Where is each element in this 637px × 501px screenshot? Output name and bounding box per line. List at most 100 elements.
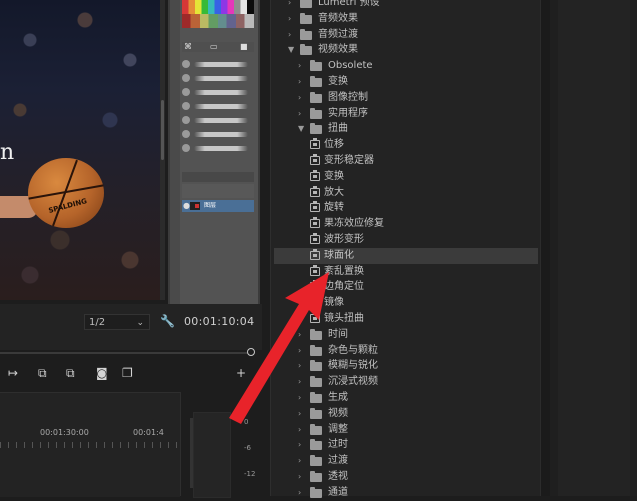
effects-folder-row[interactable]: ▼ 视频效果	[274, 42, 538, 58]
tree-item-label: 透视	[328, 471, 348, 482]
brush-preset-stroke[interactable]	[194, 132, 248, 137]
brush-preset-stroke[interactable]	[194, 118, 248, 123]
folder-icon	[310, 439, 322, 451]
brush-preset-dot[interactable]	[182, 116, 190, 124]
brush-preset-stroke[interactable]	[194, 90, 248, 95]
tree-item-label: 波形变形	[324, 234, 364, 245]
effects-folder-row[interactable]: › 音频效果	[274, 11, 538, 27]
effect-item-row[interactable]: 波形变形	[274, 232, 538, 248]
preview-title-text: n	[0, 140, 15, 165]
effect-item-row[interactable]: 位移	[274, 137, 538, 153]
ruler-label: 00:01:4	[133, 428, 164, 437]
brush-preset-stroke[interactable]	[194, 146, 248, 151]
tree-item-label: 过渡	[328, 455, 348, 467]
tree-item-label: 图像控制	[328, 91, 368, 103]
chevron-right-icon[interactable]: ›	[298, 453, 301, 469]
new-folder-icon[interactable]: ▭	[210, 42, 218, 52]
tree-item-label: Obsolete	[328, 60, 373, 72]
chevron-right-icon[interactable]: ›	[298, 437, 301, 453]
layers-toolbar[interactable]	[182, 184, 254, 198]
preview-scrollbar[interactable]	[160, 0, 165, 300]
brush-preset-stroke[interactable]	[194, 62, 248, 67]
effects-folder-row[interactable]: › Lumetri 预设	[274, 0, 538, 11]
effect-item-row[interactable]: 旋转	[274, 200, 538, 216]
effects-folder-row[interactable]: › Obsolete	[274, 58, 538, 74]
basketball-image: SPALDING	[28, 158, 104, 228]
effect-item-row[interactable]: 变形稳定器	[274, 153, 538, 169]
tree-item-label: 果冻效应修复	[324, 218, 384, 230]
effect-icon	[310, 138, 320, 150]
chevron-right-icon[interactable]: ›	[298, 469, 301, 485]
ball-brand-text: SPALDING	[47, 197, 88, 215]
brush-preset-dot[interactable]	[182, 88, 190, 96]
chevron-right-icon[interactable]: ›	[298, 74, 301, 90]
brush-preset-dot[interactable]	[182, 130, 190, 138]
layers-header	[182, 172, 254, 182]
effects-folder-row[interactable]: › 实用程序	[274, 106, 538, 122]
compare-icon[interactable]: ❐	[122, 366, 133, 380]
color-swatches[interactable]	[182, 0, 254, 28]
tree-item-label: 变换	[328, 76, 348, 87]
tree-item-label: 扭曲	[328, 123, 348, 135]
chevron-down-icon[interactable]: ▼	[298, 121, 304, 137]
effects-folder-row[interactable]: › 变换	[274, 74, 538, 90]
camera-icon[interactable]: ◙	[96, 366, 108, 380]
effect-item-row[interactable]: 果冻效应修复	[274, 216, 538, 232]
effects-folder-row[interactable]: › 图像控制	[274, 90, 538, 106]
lift-icon[interactable]: ⧉	[38, 366, 47, 381]
tree-item-label: 变换	[324, 170, 344, 182]
red-annotation-arrow	[229, 272, 329, 424]
tree-item-label: 音频过渡	[318, 28, 358, 40]
brush-preset-dot[interactable]	[182, 144, 190, 152]
effects-folder-row[interactable]: ▼ 扭曲	[274, 121, 538, 137]
chevron-right-icon[interactable]: ›	[288, 11, 291, 27]
program-monitor-preview[interactable]: n SPALDING	[0, 0, 160, 300]
effects-folder-row[interactable]: › 音频过渡	[274, 27, 538, 43]
timeline-ruler-ticks[interactable]	[0, 442, 180, 448]
brush-preset-dot[interactable]	[182, 102, 190, 110]
panel-side-strip	[170, 0, 180, 304]
audio-meter-scrollbar[interactable]	[190, 418, 193, 488]
step-forward-icon[interactable]: ↦	[8, 366, 18, 380]
meter-label: -6	[244, 444, 251, 452]
folder-icon	[310, 486, 322, 498]
chevron-right-icon[interactable]: ›	[288, 0, 291, 11]
chevron-right-icon[interactable]: ›	[288, 27, 291, 43]
tree-item-label: 音频效果	[318, 12, 358, 24]
chevron-right-icon[interactable]: ›	[298, 58, 301, 74]
effect-icon	[310, 185, 320, 197]
chevron-right-icon[interactable]: ›	[298, 90, 301, 106]
tree-item-label: 过时	[328, 439, 348, 451]
layer-row[interactable]: ● 图层	[182, 200, 254, 212]
zoom-select[interactable]: 1/2 ⌄	[84, 314, 150, 330]
layer-thumbnail	[190, 202, 200, 210]
layer-name: 图层	[204, 202, 217, 209]
brush-preset-dot[interactable]	[182, 60, 190, 68]
brush-preset-stroke[interactable]	[194, 76, 248, 81]
wrench-icon[interactable]: 🔧	[160, 314, 175, 328]
tree-item-label: 变形稳定器	[324, 155, 374, 166]
effects-folder-row[interactable]: › 过时	[274, 437, 538, 453]
effects-folder-row[interactable]: › 透视	[274, 469, 538, 485]
folder-icon	[310, 76, 322, 87]
effect-item-row[interactable]: 放大	[274, 185, 538, 201]
chevron-down-icon[interactable]: ▼	[288, 42, 294, 58]
extract-icon[interactable]: ⧉	[66, 366, 75, 381]
brush-preset-dot[interactable]	[182, 74, 190, 82]
right-panel	[550, 0, 637, 496]
monitor-scrubber[interactable]	[0, 352, 252, 354]
chevron-right-icon[interactable]: ›	[298, 106, 301, 122]
effect-icon	[310, 233, 320, 244]
zoom-value: 1/2	[89, 317, 106, 328]
eye-icon[interactable]: ●	[183, 201, 190, 210]
chevron-right-icon[interactable]: ›	[298, 485, 301, 501]
effects-folder-row[interactable]: › 过渡	[274, 453, 538, 469]
effects-folder-row[interactable]: › 通道	[274, 485, 538, 501]
new-brush-icon[interactable]: ■	[240, 42, 248, 52]
brush-preset-stroke[interactable]	[194, 104, 248, 109]
effect-item-row[interactable]: 变换	[274, 169, 538, 185]
folder-icon	[300, 12, 312, 24]
folder-icon	[310, 123, 322, 135]
effect-item-row[interactable]: 球面化	[274, 247, 538, 264]
brush-settings-icon[interactable]: ⌘	[184, 42, 192, 52]
